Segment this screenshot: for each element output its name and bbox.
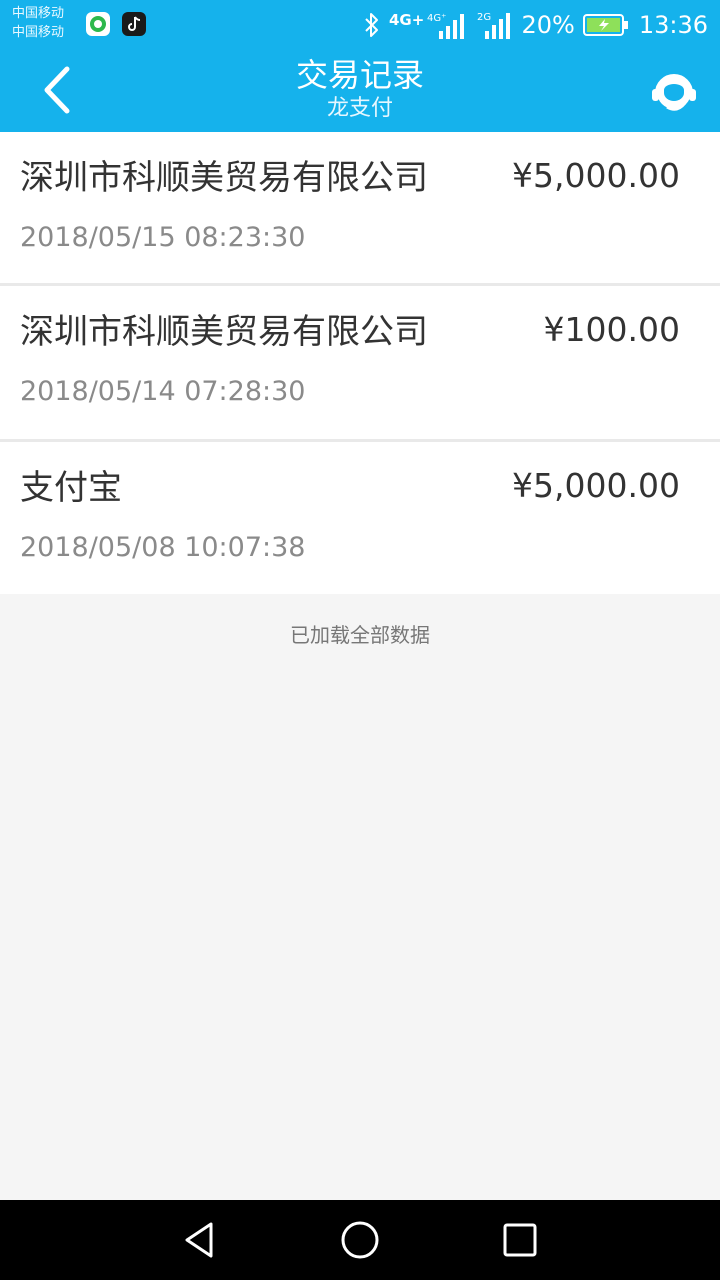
tiktok-icon (122, 12, 146, 36)
notification-app-icon (86, 12, 110, 36)
battery-percent: 20% (521, 11, 575, 39)
navigation-bar (0, 1200, 720, 1280)
nav-back-button[interactable] (160, 1212, 240, 1268)
screen: 中国移动 中国移动 4G+ 4G⁺ 2G 20% 13:36 交易记录 龙支付 … (0, 0, 720, 1280)
transaction-row[interactable]: 深圳市科顺美贸易有限公司 ¥5,000.00 2018/05/15 08:23:… (0, 132, 720, 286)
status-icons: 4G+ 4G⁺ 2G 20% 13:36 (355, 8, 708, 42)
signal-icon-2g: 2G (477, 9, 513, 41)
nav-home-button[interactable] (320, 1212, 400, 1268)
transaction-datetime: 2018/05/14 07:28:30 (20, 376, 306, 407)
transaction-amount: ¥5,000.00 (512, 156, 680, 195)
bluetooth-icon (363, 11, 381, 39)
customer-service-button[interactable] (644, 62, 704, 122)
nav-back-icon (185, 1222, 213, 1258)
transaction-datetime: 2018/05/08 10:07:38 (20, 532, 306, 563)
top-bar: 中国移动 中国移动 4G+ 4G⁺ 2G 20% 13:36 交易记录 龙支付 (0, 0, 720, 132)
title-bar: 交易记录 龙支付 (0, 50, 720, 132)
transaction-row[interactable]: 支付宝 ¥5,000.00 2018/05/08 10:07:38 (0, 442, 720, 594)
status-bar: 中国移动 中国移动 4G+ 4G⁺ 2G 20% 13:36 (0, 0, 720, 50)
svg-text:4G+: 4G+ (389, 11, 424, 29)
signal-icon-4g: 4G+ 4G⁺ (389, 9, 469, 41)
carrier-1: 中国移动 (12, 6, 65, 21)
transaction-amount: ¥100.00 (543, 310, 680, 349)
back-button[interactable] (26, 60, 86, 120)
all-loaded-note: 已加载全部数据 (290, 623, 430, 647)
merchant-name: 深圳市科顺美贸易有限公司 (20, 312, 428, 352)
page-subtitle: 龙支付 (326, 96, 393, 121)
transaction-row[interactable]: 深圳市科顺美贸易有限公司 ¥100.00 2018/05/14 07:28:30 (0, 286, 720, 442)
carrier-2: 中国移动 (12, 25, 65, 40)
chevron-left-icon (44, 66, 70, 114)
title-group: 交易记录 龙支付 (160, 54, 560, 122)
svg-text:4G⁺: 4G⁺ (427, 13, 446, 24)
customer-service-icon (652, 74, 696, 111)
nav-home-icon (341, 1221, 379, 1259)
page-title: 交易记录 (295, 56, 424, 94)
transaction-list: 深圳市科顺美贸易有限公司 ¥5,000.00 2018/05/15 08:23:… (0, 132, 720, 594)
svg-text:2G: 2G (477, 12, 491, 23)
nav-recent-button[interactable] (480, 1212, 560, 1268)
merchant-name: 深圳市科顺美贸易有限公司 (20, 158, 428, 198)
clock: 13:36 (638, 11, 708, 39)
merchant-name: 支付宝 (20, 468, 122, 508)
transaction-datetime: 2018/05/15 08:23:30 (20, 222, 306, 253)
carrier-info: 中国移动 中国移动 (12, 4, 64, 42)
battery-icon (582, 13, 629, 37)
transaction-amount: ¥5,000.00 (512, 466, 680, 505)
nav-recent-icon (503, 1223, 537, 1257)
